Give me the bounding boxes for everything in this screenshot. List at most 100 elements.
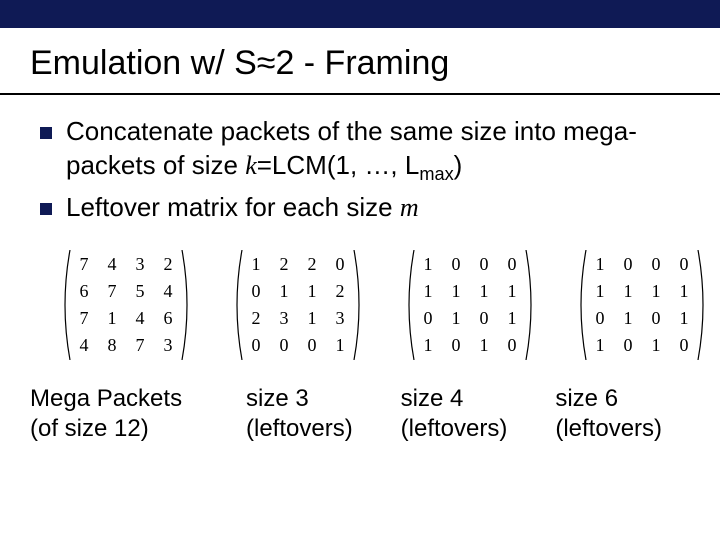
matrix-cell: 1: [450, 308, 462, 329]
matrix-cell: 1: [478, 335, 490, 356]
matrix-cell: 0: [650, 254, 662, 275]
matrix-cell: 2: [306, 254, 318, 275]
bullet-square-icon: [40, 203, 52, 215]
paren-right-icon: [524, 250, 536, 360]
caption-line: size 3: [246, 385, 309, 412]
caption-size-4: size 4 (leftovers): [401, 384, 556, 444]
matrix-cell: 4: [134, 308, 146, 329]
matrix-cell: 1: [650, 335, 662, 356]
matrix-cell: 2: [278, 254, 290, 275]
matrix-cell: 1: [594, 254, 606, 275]
matrix-cell: 0: [506, 335, 518, 356]
bullet-square-icon: [40, 127, 52, 139]
matrix-cell: 0: [306, 335, 318, 356]
approx-symbol: ≈: [257, 44, 276, 82]
matrix-cell: 0: [678, 254, 690, 275]
matrix-cell: 0: [622, 254, 634, 275]
matrix-cell: 6: [162, 308, 174, 329]
matrix-cell: 1: [250, 254, 262, 275]
caption-size-3: size 3 (leftovers): [246, 384, 401, 444]
matrix-cell: 0: [622, 335, 634, 356]
matrix-cell: 7: [78, 254, 90, 275]
text-run: ): [454, 150, 463, 180]
matrix-row: 7432675471464873122001122313000110001111…: [0, 228, 720, 360]
matrix-cell: 1: [450, 281, 462, 302]
matrix-cell: 3: [134, 254, 146, 275]
matrix-cell: 1: [306, 308, 318, 329]
paren-left-icon: [404, 250, 416, 360]
matrix: 1000111101011010: [404, 250, 536, 360]
slide-title: Emulation w/ S≈2 - Framing: [0, 28, 720, 95]
matrix-grid: 1220011223130001: [244, 250, 352, 360]
matrix-grid: 1000111101011010: [588, 250, 696, 360]
paren-left-icon: [576, 250, 588, 360]
title-pre: Emulation w/ S: [30, 44, 257, 82]
matrix-cell: 1: [650, 281, 662, 302]
matrix-cell: 2: [162, 254, 174, 275]
matrix-cell: 1: [622, 281, 634, 302]
matrix-cell: 7: [106, 281, 118, 302]
matrix-cell: 0: [650, 308, 662, 329]
paren-left-icon: [60, 250, 72, 360]
caption-line: (of size 12): [30, 415, 149, 442]
matrix-grid: 7432675471464873: [72, 250, 180, 360]
caption-row: Mega Packets (of size 12) size 3 (leftov…: [0, 360, 720, 444]
matrix-cell: 1: [306, 281, 318, 302]
caption-line: (leftovers): [246, 415, 353, 442]
matrix-cell: 0: [334, 254, 346, 275]
matrix-cell: 1: [622, 308, 634, 329]
caption-line: (leftovers): [555, 415, 662, 442]
matrix-cell: 1: [422, 254, 434, 275]
matrix-cell: 0: [250, 281, 262, 302]
caption-size-6: size 6 (leftovers): [555, 384, 710, 444]
matrix-cell: 1: [506, 308, 518, 329]
matrix-cell: 0: [478, 254, 490, 275]
bullet-list: Concatenate packets of the same size int…: [0, 115, 720, 224]
matrix-cell: 1: [594, 335, 606, 356]
matrix-cell: 1: [422, 281, 434, 302]
matrix: 1220011223130001: [232, 250, 364, 360]
matrix-cell: 4: [106, 254, 118, 275]
matrix-cell: 0: [450, 335, 462, 356]
matrix-cell: 0: [450, 254, 462, 275]
caption-leftovers-group: size 3 (leftovers) size 4 (leftovers) si…: [246, 384, 710, 444]
matrix-cell: 1: [422, 335, 434, 356]
text-run: Leftover matrix for each size: [66, 192, 400, 222]
matrix-grid: 1000111101011010: [416, 250, 524, 360]
matrix-cell: 0: [594, 308, 606, 329]
matrix-cell: 2: [334, 281, 346, 302]
matrix-cell: 3: [162, 335, 174, 356]
matrix-cell: 0: [478, 308, 490, 329]
matrix-cell: 0: [278, 335, 290, 356]
bullet-text: Leftover matrix for each size m: [66, 191, 696, 225]
matrix-cell: 0: [678, 335, 690, 356]
paren-left-icon: [232, 250, 244, 360]
matrix-cell: 1: [334, 335, 346, 356]
matrix-cell: 1: [106, 308, 118, 329]
matrix-cell: 3: [334, 308, 346, 329]
matrix-cell: 5: [134, 281, 146, 302]
paren-right-icon: [352, 250, 364, 360]
matrix-cell: 3: [278, 308, 290, 329]
subscript-max: max: [419, 164, 453, 184]
matrix-cell: 1: [506, 281, 518, 302]
caption-mega-packets: Mega Packets (of size 12): [30, 384, 246, 444]
var-k: k: [245, 151, 257, 180]
caption-line: size 4: [401, 385, 464, 412]
matrix-cell: 6: [78, 281, 90, 302]
paren-right-icon: [180, 250, 192, 360]
caption-line: Mega Packets: [30, 385, 182, 412]
matrix-cell: 4: [78, 335, 90, 356]
caption-line: (leftovers): [401, 415, 508, 442]
matrix-cell: 1: [278, 281, 290, 302]
matrix-cell: 1: [678, 281, 690, 302]
matrix-cell: 7: [78, 308, 90, 329]
matrix-cell: 0: [506, 254, 518, 275]
text-run: =LCM(1, …, L: [257, 150, 420, 180]
matrix-cell: 7: [134, 335, 146, 356]
var-m: m: [400, 193, 419, 222]
matrix-cell: 2: [250, 308, 262, 329]
matrix: 1000111101011010: [576, 250, 708, 360]
matrix-cell: 8: [106, 335, 118, 356]
paren-right-icon: [696, 250, 708, 360]
